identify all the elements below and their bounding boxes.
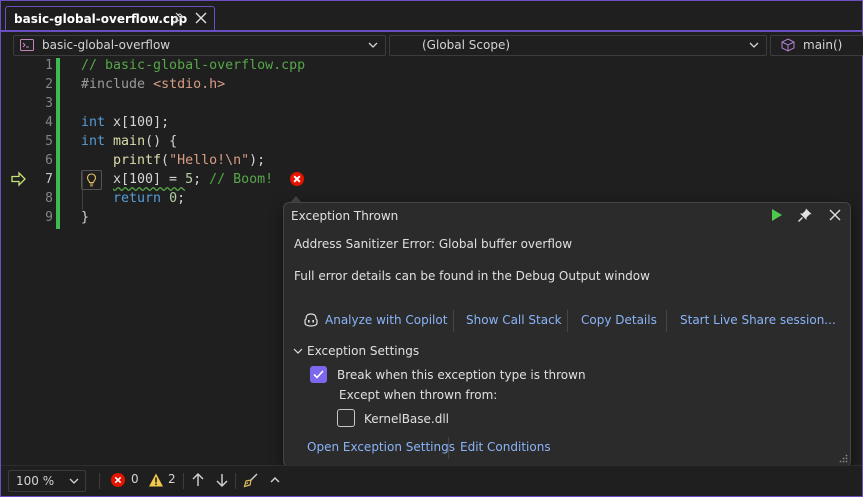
code-line: 3 (1, 94, 862, 113)
exception-message: Address Sanitizer Error: Global buffer o… (294, 237, 573, 251)
exception-helper-popup: Exception Thrown Address Sanitizer Error… (283, 202, 851, 467)
code-cleanup-broom-icon[interactable] (243, 472, 259, 488)
editor-status-bar: 100 % 0 2 (1, 465, 862, 496)
divider (666, 310, 667, 332)
code-text: int x[100]; (81, 115, 170, 130)
chevron-down-icon (368, 42, 378, 48)
analyze-with-copilot-link[interactable]: Analyze with Copilot (325, 313, 447, 327)
zoom-dropdown[interactable]: 100 % (8, 470, 86, 492)
chevron-down-icon (749, 42, 759, 48)
close-icon[interactable] (827, 207, 843, 223)
line-number: 2 (45, 77, 53, 92)
line-number: 3 (45, 96, 53, 111)
error-count-icon[interactable] (110, 472, 126, 488)
code-line-current: 7 x[100] = 5; // Boom! (1, 170, 862, 190)
error-count[interactable]: 0 (131, 472, 139, 486)
tab-strip: basic-global-overflow.cpp (1, 1, 862, 32)
close-icon[interactable] (194, 11, 208, 25)
code-text: } (81, 210, 90, 225)
scope-dropdown[interactable]: (Global Scope) (389, 35, 767, 56)
line-number: 5 (45, 134, 53, 149)
code-line: 2 #include <stdio.h> (1, 75, 862, 94)
divider (99, 473, 100, 489)
pin-icon[interactable] (797, 207, 813, 223)
except-when-thrown-label: Except when thrown from: (339, 388, 498, 402)
navigation-bar: basic-global-overflow (Global Scope) mai… (1, 33, 863, 56)
code-text: return 0; (113, 191, 186, 206)
code-text: #include <stdio.h> (81, 77, 226, 92)
line-number: 7 (45, 172, 53, 187)
quick-actions-lightbulb[interactable] (81, 170, 102, 190)
edit-conditions-link[interactable]: Edit Conditions (460, 440, 551, 454)
member-dropdown[interactable]: main() (770, 35, 863, 56)
copilot-icon (304, 313, 318, 327)
exception-settings-header[interactable]: Exception Settings (307, 344, 419, 358)
chevron-down-icon[interactable] (293, 346, 303, 356)
scope-name: (Global Scope) (422, 38, 511, 52)
open-exception-settings-link[interactable]: Open Exception Settings (307, 440, 455, 454)
project-dropdown[interactable]: basic-global-overflow (13, 35, 386, 56)
project-name: basic-global-overflow (42, 38, 171, 52)
warning-count[interactable]: 2 (168, 472, 176, 486)
divider (183, 473, 184, 489)
chevron-up-icon[interactable] (267, 472, 283, 488)
resize-grip-icon[interactable] (838, 454, 848, 464)
code-line: 5 int main() { (1, 132, 862, 151)
arrow-up-icon[interactable] (190, 472, 206, 488)
exception-details: Full error details can be found in the D… (294, 269, 650, 283)
code-line: 1 // basic-global-overflow.cpp (1, 56, 862, 75)
show-call-stack-link[interactable]: Show Call Stack (466, 313, 562, 327)
chevron-down-icon (69, 478, 79, 484)
divider (567, 310, 568, 332)
copy-details-link[interactable]: Copy Details (581, 313, 657, 327)
zoom-level: 100 % (16, 474, 55, 488)
checkmark-icon (313, 370, 324, 379)
line-number: 6 (45, 153, 53, 168)
member-name: main() (803, 38, 843, 52)
start-live-share-link[interactable]: Start Live Share session... (680, 313, 836, 327)
line-number: 1 (45, 58, 53, 73)
warning-count-icon[interactable] (148, 472, 164, 488)
error-indicator-icon[interactable] (290, 172, 304, 186)
break-when-thrown-label: Break when this exception type is thrown (337, 368, 586, 382)
tab-basic-global-overflow[interactable]: basic-global-overflow.cpp (5, 6, 215, 32)
divider (235, 473, 236, 489)
continue-play-icon[interactable] (768, 207, 784, 223)
tab-underline (1, 30, 862, 32)
lightbulb-icon (86, 173, 97, 187)
code-line: 6 printf("Hello!\n"); (1, 151, 862, 170)
tab-title: basic-global-overflow.cpp (14, 12, 188, 26)
code-text: printf("Hello!\n"); (113, 153, 266, 168)
code-text: x[100] = 5; // Boom! (113, 172, 274, 187)
break-when-thrown-checkbox[interactable] (310, 366, 327, 383)
divider (453, 310, 454, 332)
method-cube-icon (781, 38, 795, 52)
cpp-project-icon (20, 39, 34, 51)
arrow-down-icon[interactable] (214, 472, 230, 488)
exception-title: Exception Thrown (291, 209, 399, 223)
kernelbase-label: KernelBase.dll (364, 412, 450, 426)
code-text: int main() { (81, 134, 178, 149)
code-line: 4 int x[100]; (1, 113, 862, 132)
line-number: 9 (45, 210, 53, 225)
line-number: 8 (45, 191, 53, 206)
pin-icon[interactable] (171, 11, 185, 25)
kernelbase-checkbox[interactable] (337, 409, 355, 427)
divider (448, 437, 449, 459)
code-text: // basic-global-overflow.cpp (81, 58, 306, 73)
line-number: 4 (45, 115, 53, 130)
